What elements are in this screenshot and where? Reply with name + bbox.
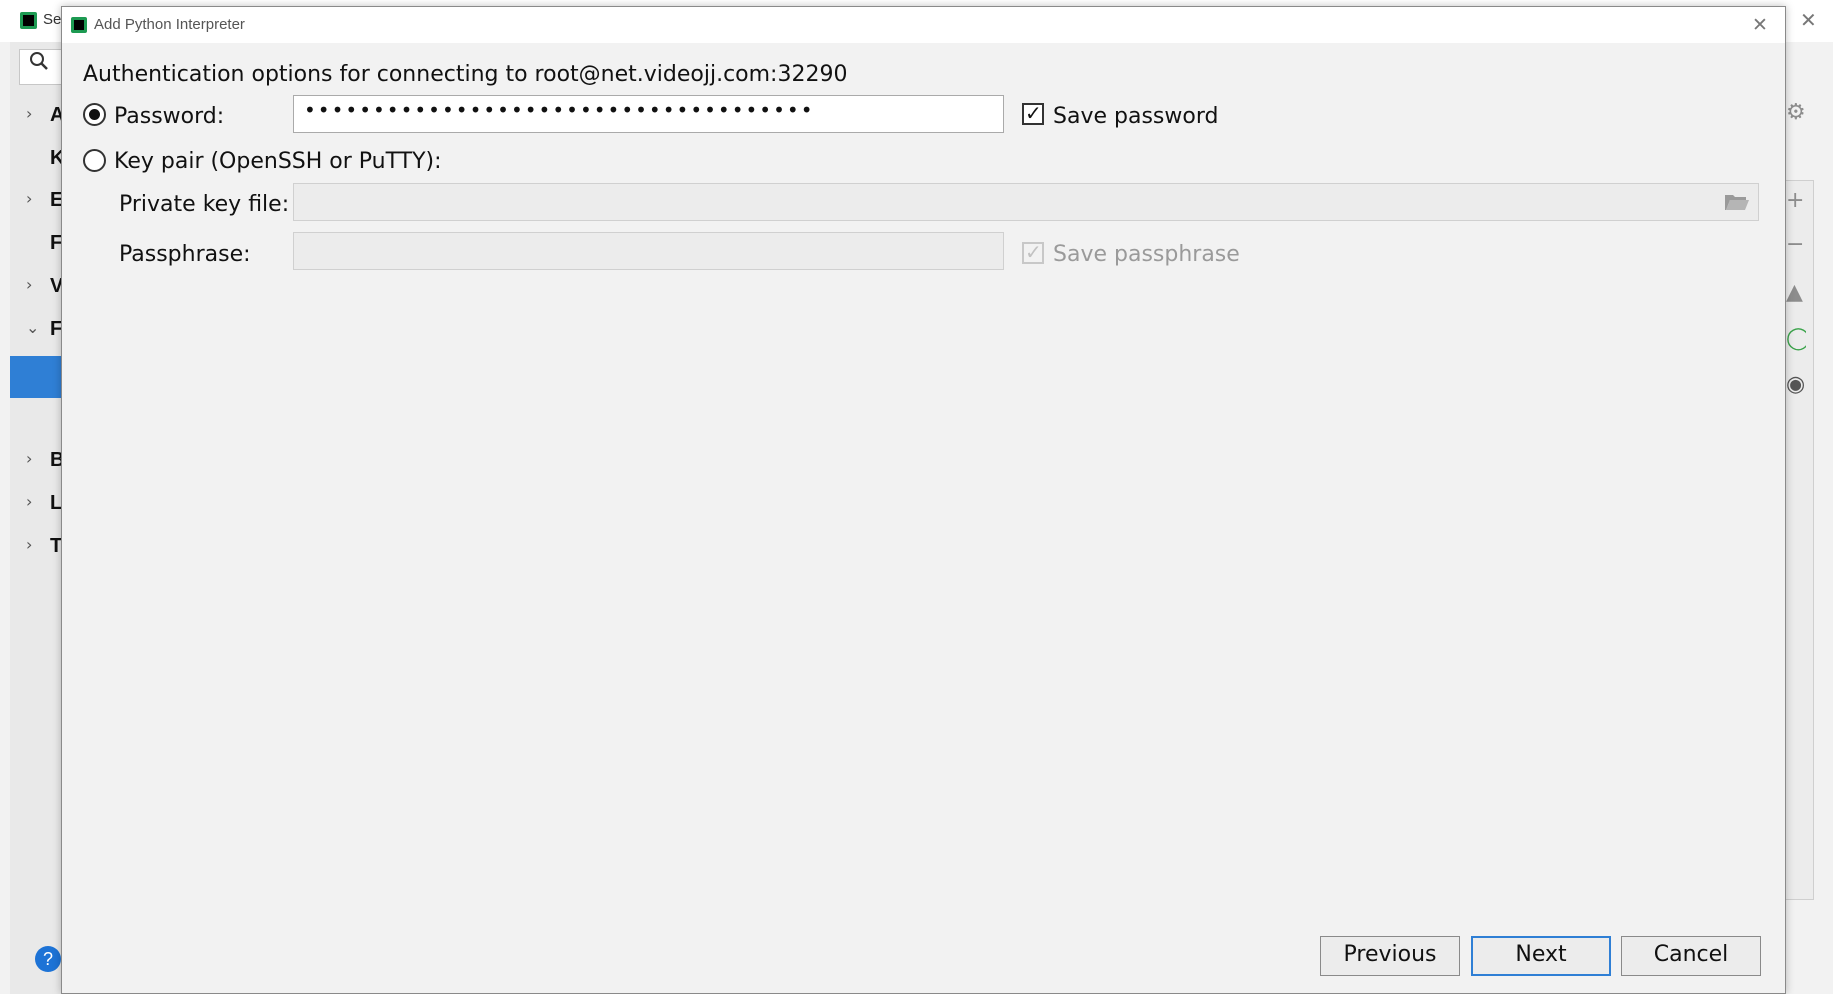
previous-button[interactable]: Previous (1320, 936, 1460, 976)
tree-selected-item[interactable] (10, 356, 62, 398)
settings-window-title: Se (43, 11, 62, 28)
cancel-button[interactable]: Cancel (1621, 936, 1761, 976)
folder-icon[interactable] (1724, 192, 1750, 212)
passphrase-label: Passphrase: (119, 242, 251, 267)
password-label[interactable]: Password: (114, 104, 224, 129)
close-icon[interactable]: ✕ (1800, 8, 1817, 32)
auth-heading: Authentication options for connecting to… (83, 62, 848, 87)
private-key-label: Private key file: (119, 192, 290, 217)
keypair-label[interactable]: Key pair (OpenSSH or PuTTY): (114, 149, 442, 174)
gear-icon[interactable]: ⚙ (1786, 100, 1806, 125)
chevron-down-icon[interactable]: ⌄ (26, 318, 39, 337)
checkmark-icon: ✓ (1025, 101, 1042, 125)
pycharm-icon (71, 17, 87, 33)
dialog-titlebar: Add Python Interpreter ✕ (62, 7, 1785, 43)
chevron-right-icon[interactable]: › (26, 535, 32, 554)
save-password-checkbox[interactable]: ✓ (1022, 101, 1044, 125)
settings-sidebar (10, 42, 62, 994)
eye-icon[interactable]: ◉ (1786, 372, 1806, 397)
search-icon (29, 51, 51, 78)
chevron-right-icon[interactable]: › (26, 449, 32, 468)
close-icon[interactable]: ✕ (1752, 14, 1768, 36)
save-passphrase-label: Save passphrase (1053, 242, 1240, 267)
remove-icon[interactable]: − (1786, 232, 1806, 257)
save-password-label[interactable]: Save password (1053, 104, 1218, 129)
checkmark-icon: ✓ (1025, 240, 1042, 264)
up-icon[interactable]: ▲ (1786, 280, 1806, 305)
chevron-right-icon[interactable]: › (26, 275, 32, 294)
keypair-radio[interactable] (83, 149, 106, 172)
chevron-right-icon[interactable]: › (26, 492, 32, 511)
pycharm-icon (20, 12, 37, 29)
chevron-right-icon[interactable]: › (26, 189, 32, 208)
passphrase-field[interactable] (293, 232, 1004, 270)
chevron-right-icon[interactable]: › (26, 104, 32, 123)
add-icon[interactable]: + (1786, 188, 1806, 213)
save-passphrase-checkbox[interactable]: ✓ (1022, 240, 1044, 264)
password-field[interactable]: ••••••••••••••••••••••••••••••••••••• (293, 95, 1004, 133)
add-python-interpreter-dialog: Add Python Interpreter ✕ Authentication … (61, 6, 1786, 994)
password-radio[interactable] (83, 103, 106, 126)
help-button[interactable]: ? (35, 946, 61, 972)
refresh-icon[interactable]: ◯ (1786, 326, 1806, 351)
private-key-field[interactable] (293, 183, 1759, 221)
dialog-title: Add Python Interpreter (94, 16, 245, 33)
next-button[interactable]: Next (1471, 936, 1611, 976)
